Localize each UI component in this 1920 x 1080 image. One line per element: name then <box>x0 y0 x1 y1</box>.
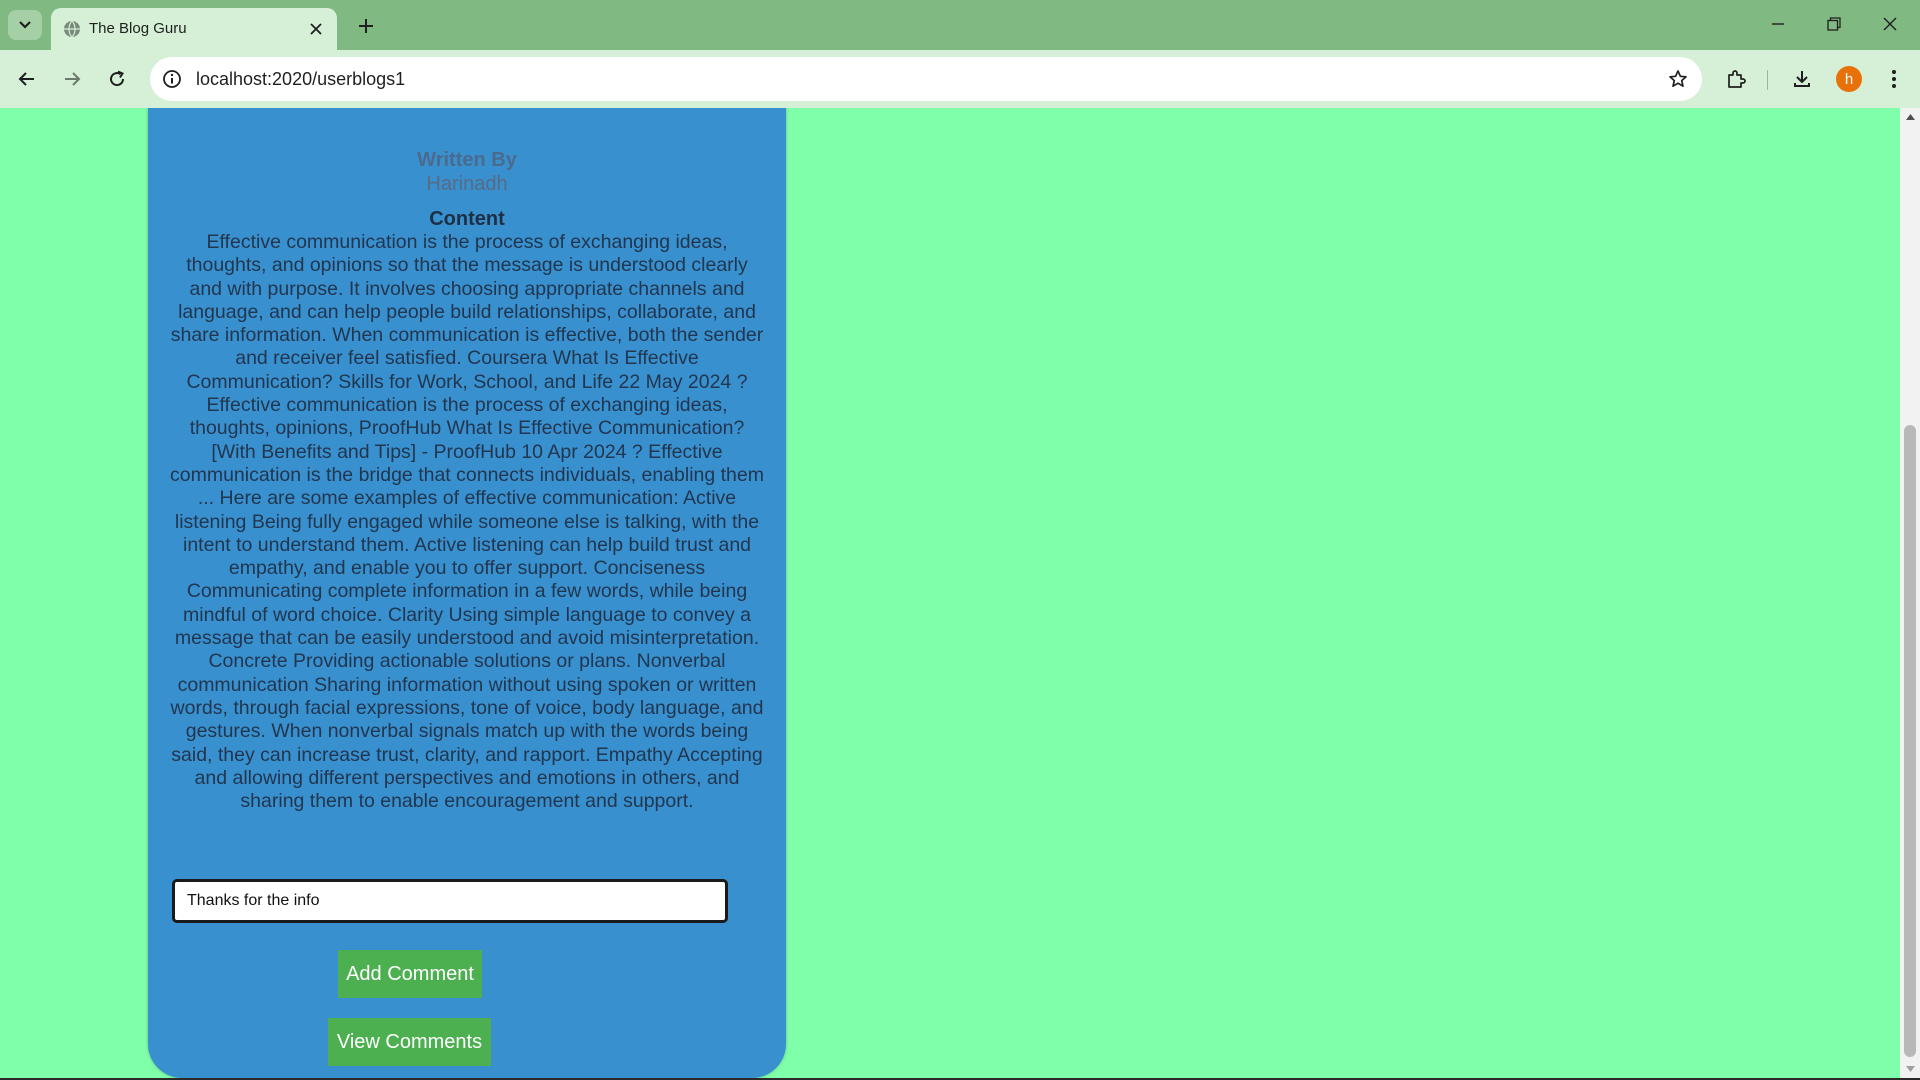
back-button[interactable] <box>11 63 43 95</box>
browser-tab[interactable]: The Blog Guru <box>51 8 337 50</box>
star-icon <box>1669 70 1687 88</box>
kebab-menu-icon <box>1892 70 1896 88</box>
page-viewport: Written By Harinadh Content Effective co… <box>0 108 1900 1078</box>
new-tab-button[interactable] <box>352 12 380 40</box>
browser-tab-bar: The Blog Guru <box>0 0 1920 50</box>
minimize-button[interactable] <box>1756 8 1800 40</box>
restore-icon <box>1827 17 1841 31</box>
download-icon <box>1794 71 1810 87</box>
url-text[interactable]: localhost:2020/userblogs1 <box>196 69 405 90</box>
scroll-up-button[interactable] <box>1900 108 1920 126</box>
back-arrow-icon <box>18 72 34 86</box>
minimize-icon <box>1772 23 1784 25</box>
downloads-button[interactable] <box>1786 63 1818 95</box>
add-comment-button[interactable]: Add Comment <box>338 950 482 998</box>
author-name: Harinadh <box>426 173 508 195</box>
scroll-down-button[interactable] <box>1900 1060 1920 1078</box>
tab-title: The Blog Guru <box>89 20 187 37</box>
close-icon <box>1883 17 1897 31</box>
view-comments-button[interactable]: View Comments <box>328 1018 491 1066</box>
close-window-button[interactable] <box>1868 8 1912 40</box>
site-info-button[interactable] <box>160 67 184 91</box>
browser-toolbar: localhost:2020/userblogs1 h <box>0 50 1920 108</box>
extensions-button[interactable] <box>1720 63 1752 95</box>
reload-button[interactable] <box>101 63 133 95</box>
tab-close-button[interactable] <box>305 18 327 40</box>
tab-search-button[interactable] <box>8 10 42 40</box>
forward-button[interactable] <box>56 63 88 95</box>
bookmark-button[interactable] <box>1666 67 1690 91</box>
forward-arrow-icon <box>65 72 81 86</box>
close-icon <box>310 23 322 35</box>
reload-icon <box>110 70 125 87</box>
scrollbar-thumb[interactable] <box>1904 425 1916 1057</box>
page-scrollbar[interactable] <box>1900 108 1920 1078</box>
scroll-down-arrow-icon <box>1905 1066 1915 1072</box>
comment-input[interactable] <box>172 879 728 923</box>
toolbar-separator <box>1767 70 1768 90</box>
address-bar[interactable]: localhost:2020/userblogs1 <box>150 57 1702 101</box>
blog-card: Written By Harinadh Content Effective co… <box>148 108 786 1078</box>
written-by-label: Written By <box>417 149 517 171</box>
profile-avatar[interactable]: h <box>1836 66 1862 92</box>
puzzle-icon <box>1728 70 1746 88</box>
chevron-down-icon <box>19 21 31 29</box>
blog-content: Effective communication is the process o… <box>169 231 764 813</box>
plus-icon <box>359 19 373 33</box>
browser-menu-button[interactable] <box>1878 63 1910 95</box>
globe-icon <box>64 20 80 38</box>
content-label: Content <box>429 208 505 230</box>
scroll-up-arrow-icon <box>1905 114 1915 120</box>
info-icon <box>163 70 181 88</box>
restore-button[interactable] <box>1812 8 1856 40</box>
